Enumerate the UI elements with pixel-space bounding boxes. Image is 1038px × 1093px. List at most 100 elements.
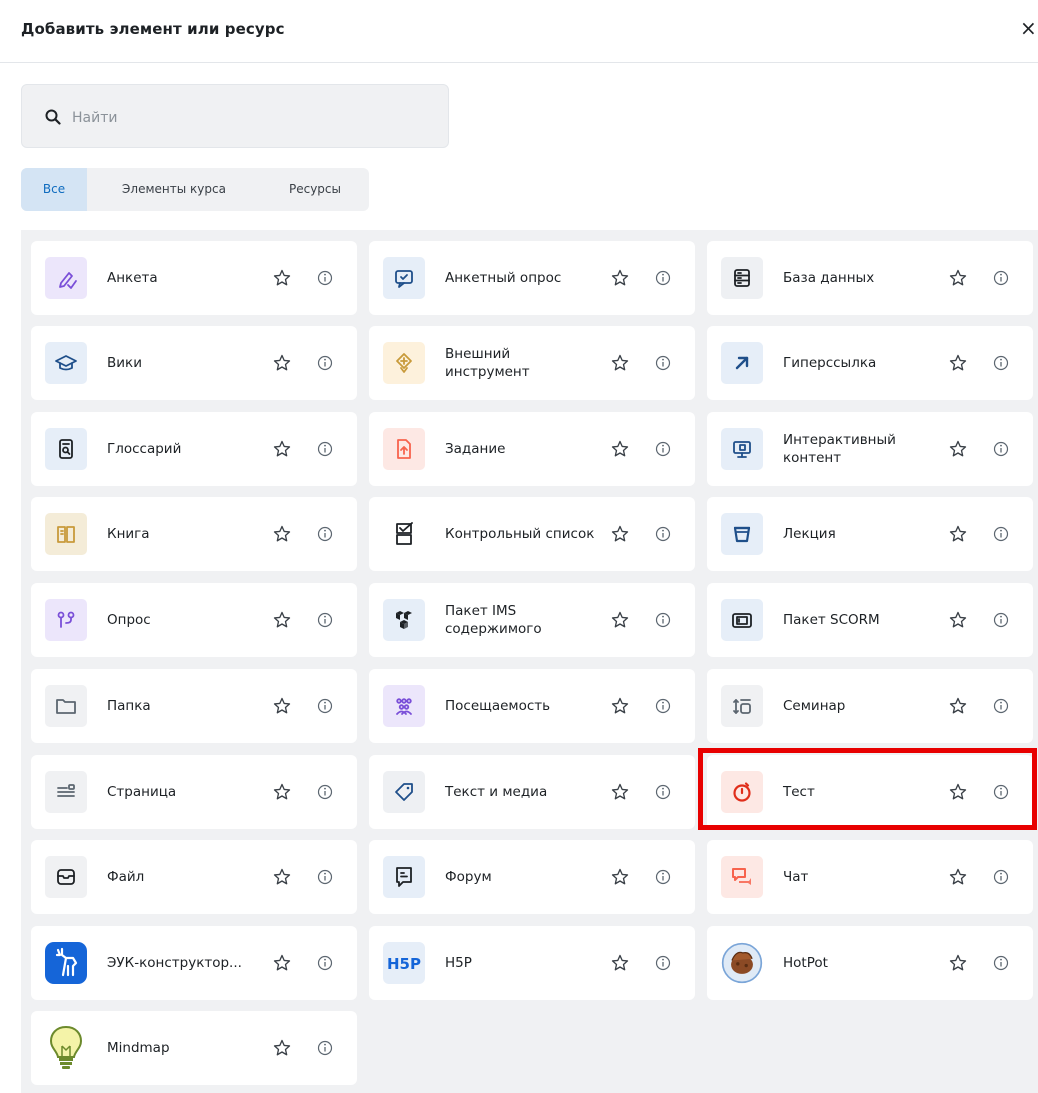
info-icon[interactable] [316,783,334,801]
activity-card[interactable]: Посещаемость [369,669,695,743]
star-icon[interactable] [610,268,630,288]
star-icon[interactable] [948,696,968,716]
people-icon [383,685,425,727]
star-icon[interactable] [948,353,968,373]
info-icon[interactable] [992,783,1010,801]
info-icon[interactable] [316,954,334,972]
activity-card[interactable]: HotPot [707,926,1033,1000]
star-icon[interactable] [610,867,630,887]
folder-icon [45,685,87,727]
star-icon[interactable] [948,439,968,459]
star-icon[interactable] [610,610,630,630]
close-icon[interactable]: × [1020,16,1038,40]
activity-card[interactable]: Чат [707,840,1033,914]
tag-icon [383,771,425,813]
star-icon[interactable] [948,610,968,630]
activity-card[interactable]: Лекция [707,497,1033,571]
star-icon[interactable] [610,524,630,544]
activity-card[interactable]: Пакет SCORM [707,583,1033,657]
activity-label: Глоссарий [107,441,182,457]
activity-card[interactable]: Внешний инструмент [369,326,695,400]
star-icon[interactable] [272,1038,292,1058]
tab-all[interactable]: Все [21,168,87,211]
info-icon[interactable] [992,697,1010,715]
star-icon[interactable] [948,268,968,288]
activity-card[interactable]: Тест [707,755,1033,829]
info-icon[interactable] [316,1039,334,1057]
activity-card[interactable]: Текст и медиа [369,755,695,829]
activity-card[interactable]: Пакет IMS содержимого [369,583,695,657]
activity-card[interactable]: Страница [31,755,357,829]
star-icon[interactable] [610,439,630,459]
activity-card[interactable]: Файл [31,840,357,914]
star-icon[interactable] [948,867,968,887]
tab-activities[interactable]: Элементы курса [87,168,261,211]
info-icon[interactable] [992,440,1010,458]
activity-card[interactable]: Mindmap [31,1011,357,1085]
activity-card[interactable]: ЭУК-конструктор... [31,926,357,1000]
activity-card[interactable]: База данных [707,241,1033,315]
star-icon[interactable] [272,782,292,802]
star-icon[interactable] [272,867,292,887]
activity-card[interactable]: Папка [31,669,357,743]
activity-label: Файл [107,869,145,885]
star-icon[interactable] [948,524,968,544]
activity-card[interactable]: H5P H5P [369,926,695,1000]
activity-card[interactable]: Книга [31,497,357,571]
info-icon[interactable] [992,868,1010,886]
activity-card[interactable]: Анкета [31,241,357,315]
star-icon[interactable] [610,953,630,973]
info-icon[interactable] [316,868,334,886]
info-icon[interactable] [654,611,672,629]
info-icon[interactable] [992,269,1010,287]
info-icon[interactable] [654,868,672,886]
info-icon[interactable] [654,697,672,715]
info-icon[interactable] [654,354,672,372]
star-icon[interactable] [272,696,292,716]
info-icon[interactable] [316,354,334,372]
info-icon[interactable] [992,611,1010,629]
activity-label: Анкетный опрос [445,270,562,286]
star-icon[interactable] [948,782,968,802]
star-icon[interactable] [272,524,292,544]
activity-card[interactable]: Форум [369,840,695,914]
info-icon[interactable] [316,611,334,629]
star-icon[interactable] [610,696,630,716]
activity-card[interactable]: Семинар [707,669,1033,743]
info-icon[interactable] [316,269,334,287]
star-icon[interactable] [610,353,630,373]
lightbulb-icon [45,1025,87,1069]
info-icon[interactable] [654,954,672,972]
info-icon[interactable] [316,440,334,458]
info-icon[interactable] [654,525,672,543]
activity-card[interactable]: Вики [31,326,357,400]
activity-card[interactable]: Глоссарий [31,412,357,486]
star-icon[interactable] [272,268,292,288]
info-icon[interactable] [992,954,1010,972]
deer-logo-icon [45,942,87,984]
activity-card[interactable]: Интерактивный контент [707,412,1033,486]
info-icon[interactable] [654,269,672,287]
info-icon[interactable] [316,697,334,715]
activity-label: Книга [107,526,150,542]
star-icon[interactable] [948,953,968,973]
activity-card[interactable]: Задание [369,412,695,486]
chat-check-icon [383,257,425,299]
info-icon[interactable] [654,783,672,801]
star-icon[interactable] [272,953,292,973]
info-icon[interactable] [992,354,1010,372]
activity-card[interactable]: Опрос [31,583,357,657]
tab-resources[interactable]: Ресурсы [261,168,369,211]
activity-card[interactable]: Гиперссылка [707,326,1033,400]
star-icon[interactable] [272,610,292,630]
activity-card[interactable]: Анкетный опрос [369,241,695,315]
info-icon[interactable] [654,440,672,458]
forum-icon [383,856,425,898]
info-icon[interactable] [992,525,1010,543]
search-input[interactable] [70,104,434,132]
star-icon[interactable] [272,353,292,373]
star-icon[interactable] [272,439,292,459]
star-icon[interactable] [610,782,630,802]
activity-card[interactable]: Контрольный список [369,497,695,571]
info-icon[interactable] [316,525,334,543]
